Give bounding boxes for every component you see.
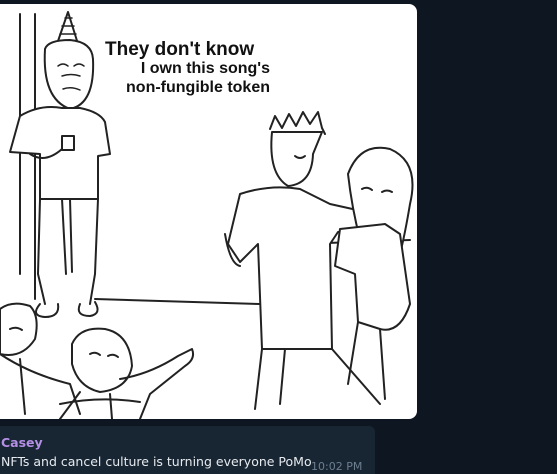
meme-image[interactable]: They don't know I own this song's non-fu… — [0, 4, 417, 419]
message-bubble[interactable]: Casey NFTs and cancel culture is turning… — [0, 426, 375, 474]
meme-caption-line-2: I own this song's — [140, 60, 270, 77]
meme-caption: They don't know I own this song's non-fu… — [95, 40, 270, 97]
sender-name[interactable]: Casey — [1, 435, 43, 450]
meme-caption-line-1: They don't know — [105, 39, 255, 60]
meme-caption-line-3: non-fungible token — [126, 79, 270, 96]
message-text: NFTs and cancel culture is turning every… — [1, 454, 312, 469]
message-timestamp: 10:02 PM — [311, 460, 363, 473]
chat-area: They don't know I own this song's non-fu… — [0, 0, 557, 474]
